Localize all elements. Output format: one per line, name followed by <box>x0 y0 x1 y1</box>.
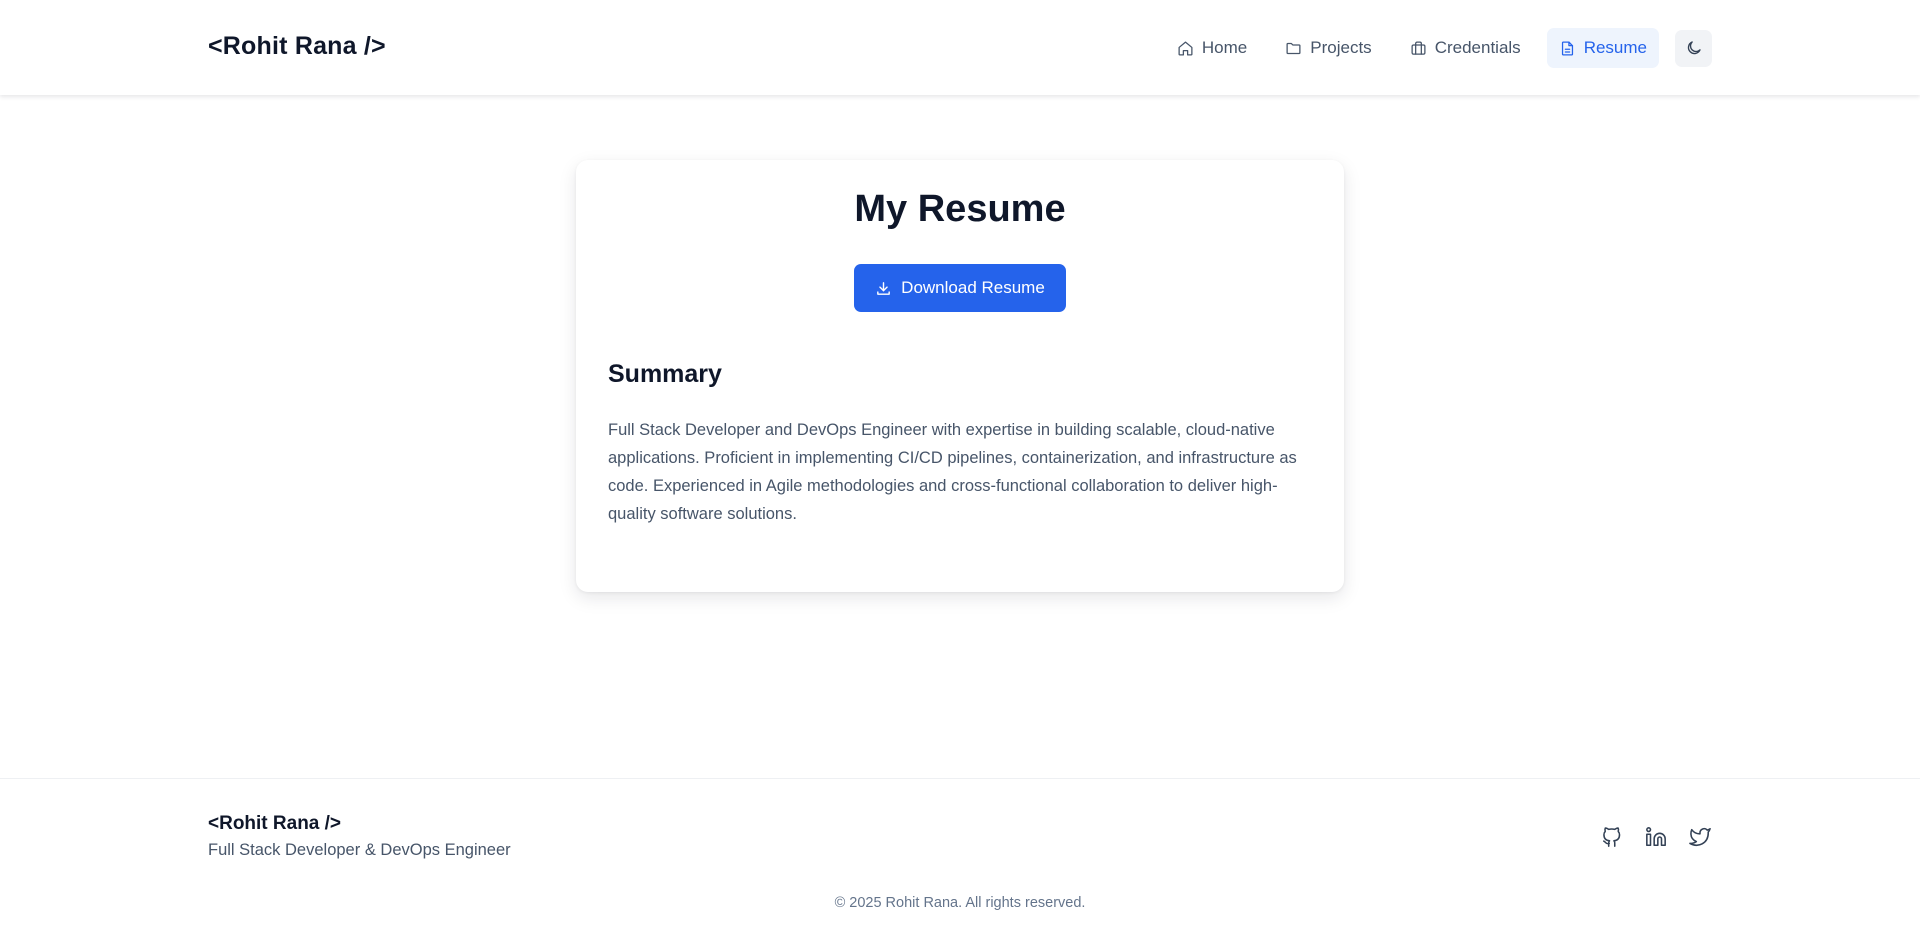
twitter-link[interactable] <box>1688 825 1712 849</box>
summary-text: Full Stack Developer and DevOps Engineer… <box>608 421 1297 523</box>
footer-brand: <Rohit Rana /> <box>208 813 342 834</box>
site-footer: <Rohit Rana /> Full Stack Developer & De… <box>0 778 1920 945</box>
briefcase-icon <box>1411 40 1426 55</box>
linkedin-icon <box>1646 827 1666 847</box>
nav-item-projects[interactable]: Projects <box>1273 28 1383 68</box>
github-link[interactable] <box>1600 825 1624 849</box>
nav-item-label: Home <box>1201 38 1248 57</box>
social-links <box>1600 825 1712 849</box>
download-icon <box>877 281 891 295</box>
footer-tagline: Full Stack Developer & DevOps Engineer <box>208 841 511 859</box>
github-icon <box>1602 827 1621 847</box>
nav-item-label: Projects <box>1310 38 1372 57</box>
nav-item-credentials[interactable]: Credentials <box>1398 28 1533 68</box>
nav-item-resume[interactable]: Resume <box>1546 28 1659 68</box>
folder-icon <box>1286 42 1301 54</box>
page: <Rohit Rana /> Home Projects Credentials… <box>0 0 1920 945</box>
nav-item-home[interactable]: Home <box>1165 28 1259 68</box>
main-nav: Home Projects Credentials Resume <box>1165 28 1712 68</box>
download-resume-button[interactable]: Download Resume <box>854 264 1066 312</box>
site-header: <Rohit Rana /> Home Projects Credentials… <box>0 0 1920 95</box>
moon-icon <box>1687 41 1701 55</box>
summary-heading: Summary <box>608 360 722 388</box>
nav-item-label: Credentials <box>1434 38 1521 57</box>
home-icon <box>1178 40 1193 56</box>
page-title: My Resume <box>854 188 1066 230</box>
copyright-text: © 2025 Rohit Rana. All rights reserved. <box>834 895 1086 911</box>
brand-logo[interactable]: <Rohit Rana /> <box>208 32 386 61</box>
twitter-icon <box>1689 827 1711 846</box>
download-resume-label: Download Resume <box>901 278 1045 297</box>
document-icon <box>1561 40 1573 56</box>
theme-toggle-button[interactable] <box>1675 29 1712 67</box>
linkedin-link[interactable] <box>1644 825 1668 849</box>
resume-card: My Resume Download Resume Summary Full S… <box>576 160 1344 592</box>
nav-item-label: Resume <box>1583 38 1647 57</box>
